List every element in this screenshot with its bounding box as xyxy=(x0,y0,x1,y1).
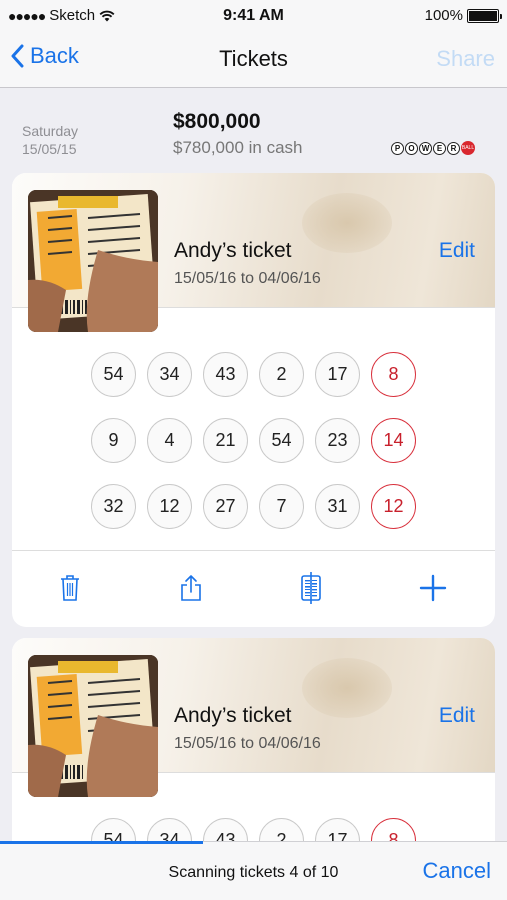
ticket-photo[interactable] xyxy=(28,190,158,332)
battery-info: 100% xyxy=(424,7,502,24)
ticket-card: Andy’s ticket 15/05/16 to 04/06/16 Edit … xyxy=(12,173,495,627)
number-ball: 12 xyxy=(147,484,192,529)
delete-button[interactable] xyxy=(53,571,87,605)
number-ball: 54 xyxy=(91,352,136,397)
ticket-name: Andy’s ticket xyxy=(174,704,292,727)
draw-day-label: Saturday xyxy=(22,123,79,139)
number-rows: 54 34 43 2 17 8 9 4 21 54 23 14 32 12 27… xyxy=(91,352,421,550)
battery-icon xyxy=(467,8,502,23)
number-row: 32 12 27 7 31 12 xyxy=(91,484,421,529)
scan-barcode-icon xyxy=(301,572,321,604)
ticket-name: Andy’s ticket xyxy=(174,239,292,262)
ticket-header: Andy’s ticket 15/05/16 to 04/06/16 Edit xyxy=(12,173,495,332)
number-ball: 17 xyxy=(315,352,360,397)
logo-letter: O xyxy=(405,141,418,155)
logo-ball: BALL xyxy=(461,141,475,155)
trash-icon xyxy=(61,575,79,601)
logo-letter: P xyxy=(391,141,404,155)
number-ball: 27 xyxy=(203,484,248,529)
number-ball: 2 xyxy=(259,352,304,397)
draw-date: Saturday 15/05/15 xyxy=(22,122,78,158)
share-button[interactable]: Share xyxy=(436,46,495,72)
number-ball: 4 xyxy=(147,418,192,463)
number-ball: 43 xyxy=(203,352,248,397)
ticket-date-range: 15/05/16 to 04/06/16 xyxy=(174,270,321,287)
ticket-header: Andy’s ticket 15/05/16 to 04/06/16 Edit xyxy=(12,638,495,797)
cash-amount: $780,000 in cash xyxy=(173,138,303,157)
draw-date-label: 15/05/15 xyxy=(22,141,77,157)
powerball-ball: 8 xyxy=(371,352,416,397)
powerball-logo: P O W E R BALL xyxy=(391,141,475,155)
number-ball: 34 xyxy=(147,352,192,397)
number-ball: 32 xyxy=(91,484,136,529)
plus-icon xyxy=(419,574,447,602)
number-row: 54 34 43 2 17 8 xyxy=(91,352,421,397)
scan-button[interactable] xyxy=(294,571,328,605)
share-ticket-button[interactable] xyxy=(174,571,208,605)
ticket-date-range: 15/05/16 to 04/06/16 xyxy=(174,735,321,752)
logo-letter: R xyxy=(447,141,460,155)
edit-ticket-button[interactable]: Edit xyxy=(439,704,475,728)
logo-letter: W xyxy=(419,141,432,155)
jackpot-amount: $800,000 xyxy=(173,110,261,133)
scan-progress-bar xyxy=(0,841,203,844)
ticket-actions xyxy=(12,550,495,627)
number-ball: 9 xyxy=(91,418,136,463)
powerball-ball: 12 xyxy=(371,484,416,529)
cancel-button[interactable]: Cancel xyxy=(423,858,491,884)
number-ball: 54 xyxy=(259,418,304,463)
number-ball: 21 xyxy=(203,418,248,463)
share-icon xyxy=(181,575,201,601)
number-ball: 7 xyxy=(259,484,304,529)
ticket-photo[interactable] xyxy=(28,655,158,797)
navigation-bar: Back Tickets Share xyxy=(0,34,507,88)
number-ball: 31 xyxy=(315,484,360,529)
scanning-bar: Scanning tickets 4 of 10 Cancel xyxy=(0,841,507,900)
number-row: 9 4 21 54 23 14 xyxy=(91,418,421,463)
logo-letter: E xyxy=(433,141,446,155)
edit-ticket-button[interactable]: Edit xyxy=(439,239,475,263)
page-title: Tickets xyxy=(219,46,288,71)
battery-label: 100% xyxy=(424,7,463,24)
add-row-button[interactable] xyxy=(416,571,450,605)
status-bar: ●●●●● Sketch 9:41 AM 100% xyxy=(0,0,507,34)
powerball-ball: 14 xyxy=(371,418,416,463)
number-ball: 23 xyxy=(315,418,360,463)
